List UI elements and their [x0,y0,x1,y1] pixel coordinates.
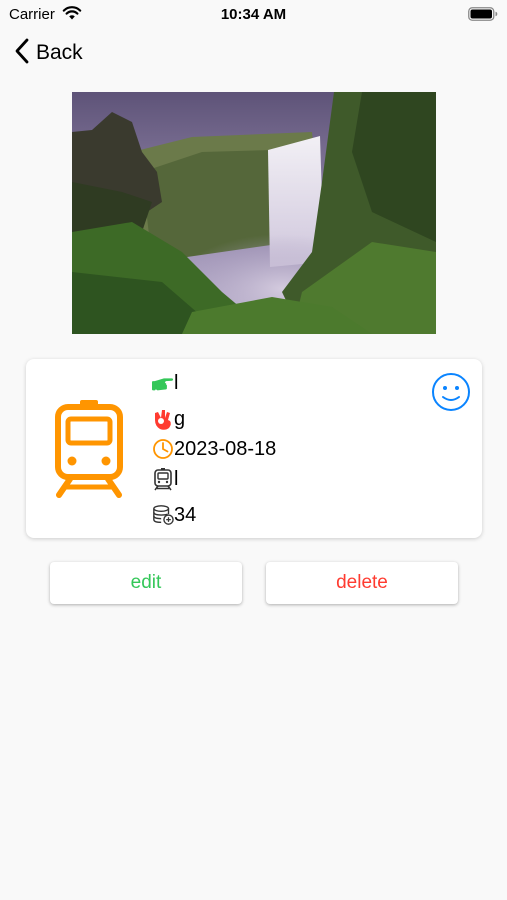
field1-value: l [174,371,179,394]
status-bar: Carrier 10:34 AM [0,0,507,28]
info-row-field1: l [152,371,178,395]
info-row-field2: g [152,407,185,431]
info-row-date: 2023-08-18 [152,437,276,461]
field2-value: g [174,407,186,430]
clock-icon [152,437,174,461]
info-row-transport: l [152,467,178,491]
delete-button[interactable]: delete [266,562,458,604]
chevron-left-icon [14,38,30,69]
train-small-icon [152,467,174,491]
battery-icon [468,7,498,26]
smiley-icon[interactable] [431,372,471,417]
back-label: Back [36,41,83,64]
record-photo [72,92,436,334]
edit-button[interactable]: edit [50,562,242,604]
info-row-amount: 34 [152,503,196,527]
transport-value: l [174,467,179,490]
pointing-hand-icon [152,371,174,395]
amount-value: 34 [174,503,197,526]
train-icon [52,397,126,504]
clock-time: 10:34 AM [220,6,287,23]
back-button[interactable]: Back [14,38,83,68]
coins-icon [152,503,174,527]
date-value: 2023-08-18 [174,437,277,460]
ok-hand-icon [152,407,174,431]
record-card: l g 2023-08-18 l 34 [26,359,482,538]
